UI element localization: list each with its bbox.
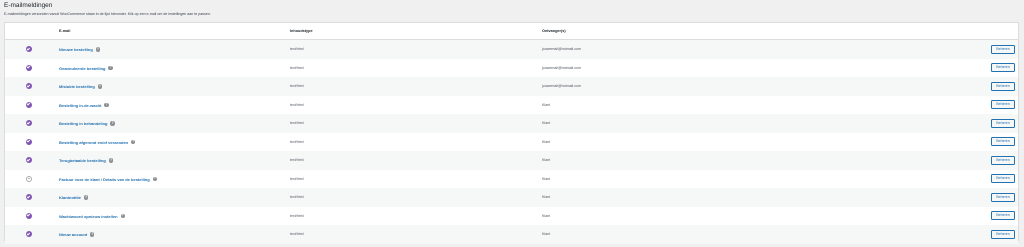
email-name-link[interactable]: Bestelling in behandeling: [59, 121, 107, 126]
manage-button[interactable]: Beheren: [991, 192, 1015, 202]
email-name-link[interactable]: Wachtwoord opnieuw instellen: [59, 214, 118, 219]
content-type: text/html: [290, 213, 304, 218]
help-icon[interactable]: [90, 232, 95, 237]
email-cell: Bestelling in-de-wacht: [59, 102, 109, 108]
content-type: text/html: [290, 232, 304, 236]
check-circle-icon[interactable]: [26, 46, 32, 52]
table-row: Bestelling in behandeling text/html Klant B…: [5, 114, 1018, 133]
page-description: E-mailmeldingen verzonden vanuit WooComm…: [4, 12, 211, 16]
help-icon[interactable]: [152, 176, 157, 182]
email-cell: Bestelling in behandeling: [59, 121, 115, 126]
table-row: Nieuwe bestelling text/html jouwemail@hotm…: [5, 40, 1018, 59]
email-cell: Terugbetaalde bestelling: [59, 158, 113, 163]
help-icon[interactable]: [108, 65, 113, 71]
manage-button[interactable]: Beheren: [991, 118, 1015, 128]
column-header-content-type: Inhoudstype: [290, 29, 313, 33]
table-row: Nieuw account text/html Klant Beheren: [5, 225, 1018, 244]
content-type: text/html: [290, 47, 304, 51]
check-circle-icon[interactable]: [26, 138, 32, 145]
check-circle-icon[interactable]: [26, 157, 32, 163]
manage-button[interactable]: Beheren: [991, 155, 1015, 165]
email-cell: Nieuw account: [59, 232, 95, 237]
email-cell: Mislukte bestelling: [59, 84, 102, 89]
table-row: Terugbetaalde bestelling text/html Klant Be…: [5, 151, 1018, 170]
email-settings-page: E-mailmeldingen E-mailmeldingen verzonde…: [0, 0, 1024, 247]
recipient: Klant: [542, 213, 551, 218]
table-row: Klantnotitie text/html Klant Beheren: [5, 188, 1018, 207]
email-name-link[interactable]: Terugbetaalde bestelling: [59, 158, 106, 163]
content-type: text/html: [290, 195, 304, 199]
email-name-link[interactable]: Bestelling in-de-wacht: [59, 103, 101, 108]
recipient: Klant: [542, 176, 551, 181]
column-header-email: E-mail: [59, 29, 71, 33]
table-header: E-mail Inhoudstype Ontvanger(s): [5, 23, 1018, 40]
column-header-recipients: Ontvanger(s): [542, 29, 566, 33]
recipient: Klant: [542, 195, 551, 199]
content-type: text/html: [290, 102, 304, 107]
content-type: text/html: [290, 158, 304, 162]
recipient: jouwemail@hotmail.com: [542, 65, 581, 70]
help-icon[interactable]: [104, 102, 109, 108]
manage-button[interactable]: Beheren: [991, 174, 1015, 183]
email-cell: Factuur voor de klant / Details van de b…: [59, 176, 157, 182]
recipient: Klant: [542, 102, 551, 107]
recipient: jouwemail@hotmail.com: [542, 84, 581, 88]
help-icon[interactable]: [131, 139, 136, 145]
table-row: Bestelling in-de-wacht text/html Klant Behe…: [5, 96, 1018, 115]
manage-button[interactable]: Beheren: [991, 63, 1015, 72]
content-type: text/html: [290, 176, 304, 181]
email-cell: Wachtwoord opnieuw instellen: [59, 213, 125, 219]
email-name-link[interactable]: Factuur voor de klant / Details van de b…: [59, 177, 150, 182]
table-row: Factuur voor de klant / Details van de b…: [5, 170, 1018, 189]
email-notifications-table: E-mail Inhoudstype Ontvanger(s) Nieuwe b…: [4, 22, 1019, 244]
check-circle-icon[interactable]: [26, 212, 32, 219]
table-row: Geannuleerde bestelling text/html jouwemai…: [5, 59, 1018, 78]
help-icon[interactable]: [97, 84, 102, 89]
manage-button[interactable]: Beheren: [991, 100, 1015, 109]
email-name-link[interactable]: Mislukte bestelling: [59, 84, 95, 89]
recipient: Klant: [542, 121, 551, 125]
content-type: text/html: [290, 139, 304, 144]
email-name-link[interactable]: Nieuwe bestelling: [59, 47, 93, 52]
email-cell: Klantnotitie: [59, 195, 88, 200]
email-cell: Bestelling afgerond en/of verzonden: [59, 139, 136, 145]
check-circle-icon[interactable]: [26, 83, 32, 89]
table-row: Mislukte bestelling text/html jouwemail@ho…: [5, 77, 1018, 96]
table-row: Bestelling afgerond en/of verzonden text/…: [5, 133, 1018, 152]
recipient: Klant: [542, 232, 551, 236]
email-cell: Geannuleerde bestelling: [59, 65, 113, 71]
help-icon[interactable]: [110, 121, 115, 126]
recipient: Klant: [542, 139, 551, 144]
check-circle-icon[interactable]: [26, 120, 32, 126]
recipient: Klant: [542, 158, 551, 162]
check-circle-icon[interactable]: [26, 194, 32, 200]
email-name-link[interactable]: Geannuleerde bestelling: [59, 66, 105, 71]
empty-circle-icon[interactable]: [26, 175, 32, 182]
manage-button[interactable]: Beheren: [991, 81, 1015, 91]
manage-button[interactable]: Beheren: [991, 137, 1015, 146]
email-name-link[interactable]: Bestelling afgerond en/of verzonden: [59, 140, 128, 145]
email-cell: Nieuwe bestelling: [59, 47, 100, 52]
table-row: Wachtwoord opnieuw instellen text/html Kla…: [5, 207, 1018, 226]
help-icon[interactable]: [95, 47, 100, 52]
manage-button[interactable]: Beheren: [991, 229, 1015, 239]
help-icon[interactable]: [120, 213, 125, 219]
email-name-link[interactable]: Klantnotitie: [59, 195, 81, 200]
check-circle-icon[interactable]: [26, 64, 32, 71]
recipient: jouwemail@hotmail.com: [542, 47, 581, 51]
check-circle-icon[interactable]: [26, 231, 32, 237]
manage-button[interactable]: Beheren: [991, 211, 1015, 220]
content-type: text/html: [290, 121, 304, 125]
content-type: text/html: [290, 84, 304, 88]
check-circle-icon[interactable]: [26, 101, 32, 108]
manage-button[interactable]: Beheren: [991, 44, 1015, 54]
help-icon[interactable]: [84, 195, 88, 200]
email-name-link[interactable]: Nieuw account: [59, 232, 87, 237]
content-type: text/html: [290, 65, 304, 70]
help-icon[interactable]: [108, 158, 113, 163]
page-title: E-mailmeldingen: [4, 2, 53, 9]
